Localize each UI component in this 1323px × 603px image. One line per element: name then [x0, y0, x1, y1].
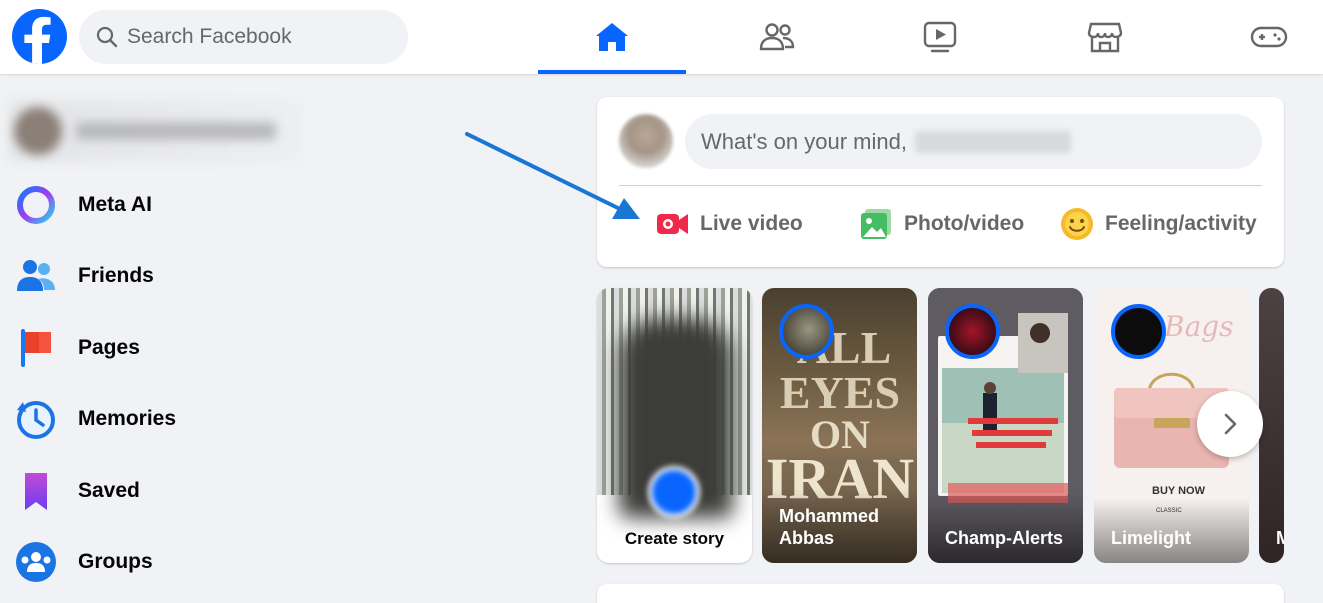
search-icon	[96, 26, 118, 48]
story-card-champ-alerts[interactable]: Champ-Alerts	[928, 288, 1083, 563]
photo-video-icon	[861, 209, 891, 239]
saved-bookmark-icon	[12, 467, 60, 515]
sidebar-item-label: Saved	[78, 479, 140, 502]
action-label: Feeling/activity	[1105, 212, 1257, 235]
photo-video-button[interactable]: Photo/video	[858, 201, 1024, 247]
composer-prompt: What's on your mind,	[701, 128, 907, 154]
live-video-button[interactable]: Live video	[654, 201, 803, 247]
feeling-icon	[1061, 208, 1093, 240]
marketplace-icon	[1087, 22, 1123, 53]
sidebar-item-pages[interactable]: Pages	[12, 317, 302, 379]
meta-ai-icon	[12, 181, 60, 229]
svg-text:Bags: Bags	[1163, 310, 1234, 343]
nav-tab-gaming[interactable]	[1195, 0, 1323, 74]
sidebar-item-meta-ai[interactable]: Meta AI	[12, 174, 302, 236]
search-bar[interactable]	[79, 10, 408, 64]
story-name: Create story	[624, 529, 725, 548]
friends-icon	[12, 252, 60, 300]
nav-tab-friends[interactable]	[703, 0, 851, 74]
story-name: M	[1276, 528, 1284, 548]
sidebar-item-label: Friends	[78, 264, 154, 287]
home-icon	[596, 23, 628, 51]
video-icon	[923, 21, 957, 53]
sidebar-item-label: Memories	[78, 407, 177, 430]
friends-icon	[759, 23, 795, 51]
nav-tab-marketplace[interactable]	[1031, 0, 1179, 74]
profile-name-redacted	[76, 122, 276, 140]
stories-next-button[interactable]	[1197, 391, 1263, 457]
story-name: Champ-Alerts	[945, 528, 1064, 548]
search-input[interactable]	[127, 25, 387, 49]
avatar	[945, 304, 1000, 359]
sidebar-item-label: Groups	[78, 550, 153, 573]
avatar[interactable]	[619, 114, 673, 168]
nav-tab-home[interactable]	[538, 0, 686, 74]
sidebar-item-friends[interactable]: Friends	[12, 245, 302, 307]
nav-tab-video[interactable]	[866, 0, 1014, 74]
sidebar-item-memories[interactable]: Memories	[12, 388, 302, 450]
feed-post-card	[597, 584, 1284, 603]
story-name: Limelight	[1111, 528, 1191, 548]
groups-icon	[12, 538, 60, 586]
sidebar-profile-link[interactable]	[8, 100, 301, 162]
live-video-icon	[657, 214, 688, 234]
avatar	[779, 304, 834, 359]
story-background-image	[597, 288, 752, 518]
post-composer: What's on your mind, Live video Photo/vi…	[597, 97, 1284, 267]
svg-text:EYES: EYES	[780, 367, 900, 418]
action-label: Live video	[700, 212, 803, 235]
whats-on-your-mind-input[interactable]: What's on your mind,	[685, 114, 1262, 169]
feeling-activity-button[interactable]: Feeling/activity	[1059, 201, 1257, 247]
add-story-plus-icon[interactable]	[648, 466, 700, 518]
story-card-mohammed-abbas[interactable]: ALL EYES ON IRAN Mohammed Abbas	[762, 288, 917, 563]
action-label: Photo/video	[904, 212, 1025, 235]
story-name: Mohammed Abbas	[779, 506, 880, 548]
chevron-right-icon	[1224, 413, 1237, 435]
sidebar-item-saved[interactable]: Saved	[12, 460, 302, 522]
sidebar-item-groups[interactable]: Groups	[12, 531, 302, 593]
sidebar-item-label: Pages	[78, 336, 140, 359]
gaming-icon	[1250, 26, 1288, 48]
divider	[619, 185, 1262, 186]
avatar	[14, 107, 62, 155]
pages-flag-icon	[12, 324, 60, 372]
memories-clock-icon	[12, 395, 60, 443]
top-navigation-bar	[0, 0, 1323, 74]
svg-text:BUY NOW: BUY NOW	[1152, 485, 1206, 497]
facebook-f-icon	[24, 16, 51, 64]
facebook-logo[interactable]	[12, 9, 67, 64]
create-story-card[interactable]: Create story	[597, 288, 752, 563]
sidebar-item-label: Meta AI	[78, 193, 152, 216]
user-name-redacted	[914, 130, 1071, 153]
avatar	[1111, 304, 1166, 359]
